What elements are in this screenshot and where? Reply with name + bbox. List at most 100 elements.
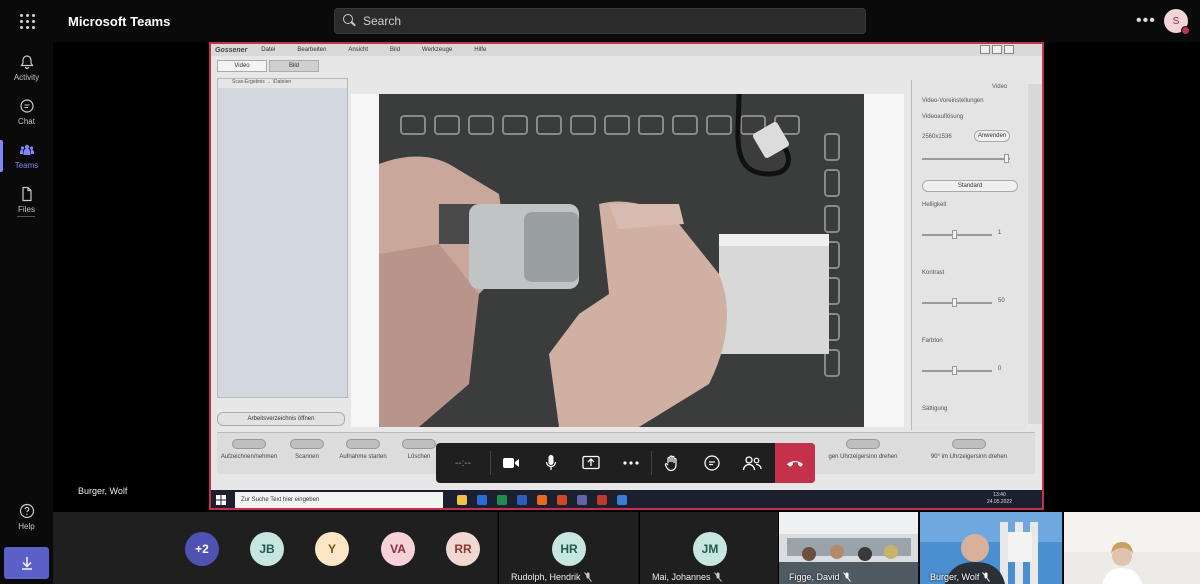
- rail-item-teams[interactable]: Teams: [0, 134, 53, 178]
- shared-app-logo: Gossener: [215, 46, 248, 54]
- avatar: JM: [693, 532, 727, 566]
- tool-label: gen Uhrzeigersinn drehen: [828, 454, 898, 460]
- chat-icon: [19, 99, 34, 113]
- taskbar-apps: [457, 495, 627, 505]
- avatar[interactable]: VA: [381, 532, 415, 566]
- shared-app-tabs: Video Bild: [217, 60, 319, 72]
- microphone-icon: [545, 455, 557, 470]
- search-input[interactable]: Search: [334, 8, 866, 34]
- resolution-slider: [922, 154, 1010, 163]
- share-screen-icon: [582, 455, 600, 470]
- taskbar-search-text: Zur Suche Text hier eingeben: [241, 497, 320, 503]
- participant-name-text: Burger, Wolf: [930, 572, 980, 582]
- avatar: HR: [552, 532, 586, 566]
- file-icon: [21, 186, 32, 202]
- participants-button[interactable]: [732, 443, 772, 483]
- rail-item-activity[interactable]: Activity: [0, 46, 53, 90]
- camera-button[interactable]: [491, 443, 531, 483]
- download-button[interactable]: [4, 547, 49, 579]
- tool-label: Löschen: [407, 454, 431, 460]
- apply-button: Anwenden: [974, 130, 1010, 142]
- participant-video-tile[interactable]: [1063, 512, 1200, 584]
- meeting-controls: --:--: [436, 443, 815, 483]
- tool-scan: Scannen: [277, 439, 337, 460]
- participant-name: Rudolph, Hendrik: [511, 572, 592, 582]
- app-rail: Activity Chat Teams Files Help: [0, 42, 53, 584]
- participant-name: Mai, Johannes: [652, 572, 722, 582]
- camera-feed: [379, 94, 864, 427]
- menu-item: Werkzeuge: [422, 47, 453, 53]
- search-icon: [343, 14, 357, 28]
- tool-label: Aufnahme starten: [339, 454, 387, 460]
- chat-button[interactable]: [692, 443, 732, 483]
- color-label: Farbton: [922, 338, 943, 344]
- contrast-label: Kontrast: [922, 270, 945, 276]
- app-launcher-button[interactable]: [0, 0, 54, 42]
- rail-label: Teams: [14, 161, 39, 170]
- presenter-name: Burger, Wolf: [78, 486, 128, 496]
- camera-icon: [503, 458, 519, 468]
- participant-name-text: Rudolph, Hendrik: [511, 572, 581, 582]
- mic-off-icon: [842, 572, 851, 582]
- participant-name: Figge, David: [789, 572, 851, 582]
- tool-rotate-cw: 90° im Uhrzeigersinn drehen: [919, 439, 1019, 460]
- participant-tile[interactable]: JM Mai, Johannes: [639, 512, 779, 584]
- shared-taskbar: Zur Suche Text hier eingeben 13:40 24.05…: [211, 490, 1042, 508]
- taskbar-search: Zur Suche Text hier eingeben: [235, 492, 443, 508]
- tool-label: Scannen: [295, 454, 319, 460]
- meeting-stage: Gossener Datei Bearbeiten Ansicht Bild W…: [53, 42, 1200, 512]
- more-options-button[interactable]: •••: [1136, 12, 1156, 30]
- avatar[interactable]: JB: [250, 532, 284, 566]
- menu-item: Bild: [390, 47, 401, 53]
- side-tabs: [1028, 84, 1042, 424]
- camera-image: [379, 94, 864, 427]
- waffle-icon: [19, 13, 35, 29]
- help-label: Help: [18, 522, 35, 531]
- rail-item-chat[interactable]: Chat: [0, 90, 53, 134]
- tab-video: Video: [217, 60, 267, 72]
- bell-icon: [19, 55, 34, 70]
- avatar-label: RR: [454, 542, 472, 556]
- scan-results-panel: Scan-Ergebnis → \Dateien: [217, 78, 348, 398]
- shared-app-menubar: Gossener Datei Bearbeiten Ansicht Bild W…: [211, 44, 1042, 56]
- taskbar-date: 24.05.2022: [986, 499, 1012, 505]
- mic-button[interactable]: [531, 443, 571, 483]
- screen-share: Gossener Datei Bearbeiten Ansicht Bild W…: [209, 42, 1044, 510]
- rail-label: Chat: [18, 117, 35, 126]
- tool-label: 90° im Uhrzeigersinn drehen: [930, 454, 1008, 460]
- people-icon: [742, 456, 762, 471]
- window-buttons: [980, 45, 1014, 54]
- menu-item: Bearbeiten: [297, 47, 327, 53]
- overflow-count-avatar[interactable]: +2: [185, 532, 219, 566]
- participant-name: Burger, Wolf: [930, 572, 991, 582]
- share-button[interactable]: [571, 443, 611, 483]
- menu-item: Ansicht: [348, 47, 369, 53]
- color-slider: [922, 366, 992, 375]
- user-avatar[interactable]: S: [1164, 9, 1190, 35]
- raise-hand-button[interactable]: [652, 443, 692, 483]
- avatar[interactable]: RR: [446, 532, 480, 566]
- chat-bubble-icon: [704, 455, 720, 471]
- help-button[interactable]: Help: [0, 503, 53, 539]
- avatar-label: JB: [259, 542, 275, 556]
- tool-start-recording: Aufnahme starten: [333, 439, 393, 460]
- participant-video-tile[interactable]: Burger, Wolf: [919, 512, 1062, 584]
- help-icon: [19, 503, 34, 519]
- avatar-label: JM: [701, 542, 719, 556]
- standard-button: Standard: [922, 180, 1018, 192]
- contrast-slider: [922, 298, 992, 307]
- video-preview: [351, 94, 904, 427]
- participant-tile[interactable]: HR Rudolph, Hendrik: [498, 512, 638, 584]
- avatar-label: HR: [560, 542, 578, 556]
- participant-gallery: +2 JB Y VA RR HR Rudolph, Hendrik JM Mai…: [53, 512, 1200, 584]
- tool-label: Aufzeichnen/nehmen: [220, 454, 278, 460]
- taskbar-clock: 13:40 24.05.2022: [987, 492, 1012, 506]
- scan-results-header: Scan-Ergebnis → \Dateien: [218, 79, 347, 88]
- avatar[interactable]: Y: [315, 532, 349, 566]
- more-actions-button[interactable]: [611, 443, 651, 483]
- saturation-label: Sättigung: [922, 406, 948, 412]
- presence-status-icon: [1181, 26, 1190, 35]
- participant-video-tile[interactable]: Figge, David: [778, 512, 918, 584]
- leave-call-button[interactable]: [775, 443, 815, 483]
- participant-video: [1064, 512, 1200, 584]
